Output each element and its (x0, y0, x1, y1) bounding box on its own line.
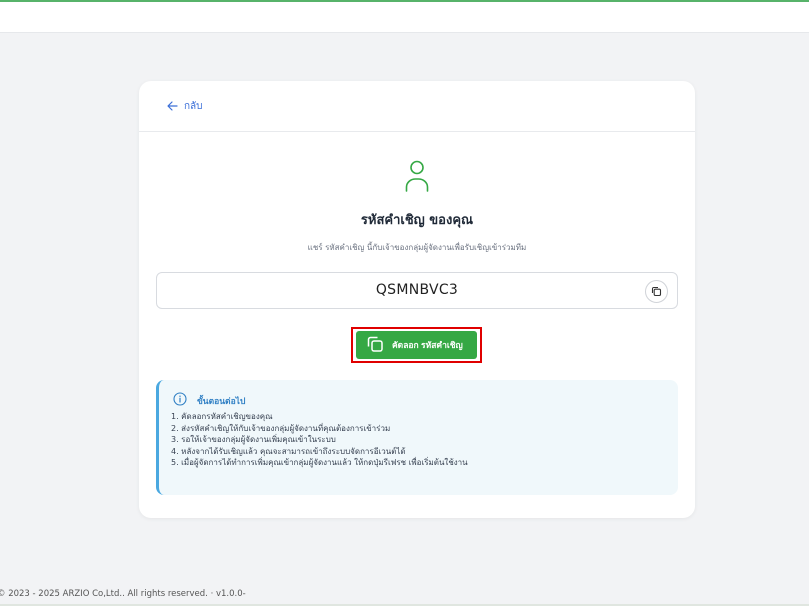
invite-card: กลับ รหัสคำเชิญ ของคุณ แชร์ รหัสคำเชิญ น… (139, 81, 695, 518)
page-title: รหัสคำเชิญ ของคุณ (360, 213, 474, 228)
back-link[interactable]: กลับ (167, 98, 203, 114)
page-subtitle: แชร์ รหัสคำเชิญ นี้กับเจ้าของกลุ่มผู้จัด… (307, 243, 527, 252)
back-label: กลับ (184, 100, 203, 112)
next-steps-header: ขั้นตอนต่อไป (173, 392, 245, 409)
arrow-left-icon (167, 101, 178, 111)
list-item: 4. หลังจากได้รับเชิญแล้ว คุณจะสามารถเข้า… (171, 446, 406, 456)
copy-icon (651, 282, 662, 301)
list-item: 1. คัดลอกรหัสคำเชิญของคุณ (171, 412, 273, 421)
info-icon (173, 392, 187, 409)
list-item: 3. รอให้เจ้าของกลุ่มผู้จัดงานเพิ่มคุณเข้… (171, 435, 336, 444)
invite-code: QSMNBVC3 (375, 282, 459, 298)
copy-icon (366, 335, 384, 355)
user-icon (405, 160, 429, 198)
next-steps-list: 1. คัดลอกรหัสคำเชิญของคุณ 2. ส่งรหัสคำเช… (171, 411, 468, 469)
copy-code-icon-button[interactable] (645, 280, 668, 303)
card-header: กลับ (139, 81, 695, 132)
copy-button-label: คัดลอก รหัสคำเชิญ (392, 340, 463, 350)
footer-copyright: © 2023 - 2025 ARZIO Co,Ltd.. All rights … (0, 589, 246, 599)
invite-code-box: QSMNBVC3 (156, 272, 678, 309)
copy-invite-code-button[interactable]: คัดลอก รหัสคำเชิญ (356, 331, 477, 359)
next-steps-panel: ขั้นตอนต่อไป 1. คัดลอกรหัสคำเชิญของคุณ 2… (156, 380, 678, 495)
list-item: 5. เมื่อผู้จัดการได้ทำการเพิ่มคุณเข้ากลุ… (171, 458, 468, 467)
next-steps-heading: ขั้นตอนต่อไป (197, 396, 246, 407)
top-bar (0, 0, 809, 33)
list-item: 2. ส่งรหัสคำเชิญให้กับเจ้าของกลุ่มผู้จัด… (171, 423, 391, 433)
